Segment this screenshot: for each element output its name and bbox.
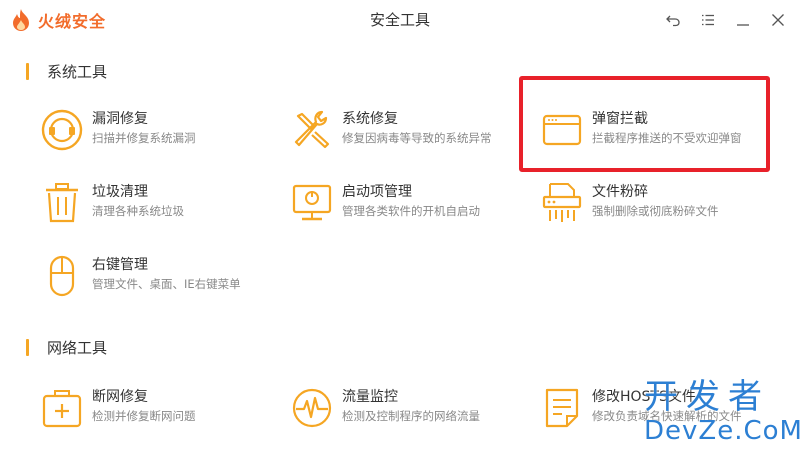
vulnerability-repair-icon — [41, 109, 83, 151]
tool-right-click-manage[interactable]: 右键管理 管理文件、桌面、IE右键菜单 — [36, 250, 241, 302]
menu-button[interactable] — [694, 8, 722, 32]
section-header-network-tools: 网络工具 — [26, 337, 107, 358]
watermark-line2: DevZe.CoM — [644, 416, 800, 446]
tool-description: 拦截程序推送的不受欢迎弹窗 — [592, 131, 742, 145]
tool-description: 修复因病毒等导致的系统异常 — [342, 131, 492, 145]
tool-file-shredder[interactable]: 文件粉碎 强制删除或彻底粉碎文件 — [536, 177, 719, 229]
traffic-monitor-icon — [292, 388, 332, 428]
shredder-icon — [542, 183, 582, 222]
tool-traffic-monitor[interactable]: 流量监控 检测及控制程序的网络流量 — [286, 382, 480, 434]
tool-description: 检测并修复断网问题 — [92, 409, 196, 423]
tool-name: 弹窗拦截 — [592, 111, 648, 127]
title-bar: 火绒安全 安全工具 — [0, 0, 800, 40]
hosts-file-icon — [545, 388, 579, 428]
tool-name: 断网修复 — [92, 389, 148, 405]
tool-trash-clean[interactable]: 垃圾清理 清理各种系统垃圾 — [36, 177, 184, 229]
watermark-line1: 开发者 — [644, 377, 770, 417]
mouse-icon — [49, 255, 75, 297]
tool-description: 强制删除或彻底粉碎文件 — [592, 204, 719, 218]
section-accent-bar — [26, 63, 29, 80]
tool-name: 垃圾清理 — [92, 184, 148, 200]
menu-icon — [702, 14, 714, 26]
tool-name: 系统修复 — [342, 111, 398, 127]
minimize-icon — [737, 24, 749, 26]
back-button[interactable] — [659, 8, 687, 32]
tool-popup-block[interactable]: 弹窗拦截 拦截程序推送的不受欢迎弹窗 — [536, 104, 742, 156]
tool-description: 管理文件、桌面、IE右键菜单 — [92, 277, 241, 291]
system-repair-icon — [294, 110, 330, 149]
section-accent-bar — [26, 339, 29, 356]
section-header-system-tools: 系统工具 — [26, 61, 107, 82]
watermark: 开发者 DevZe.CoM — [644, 377, 800, 446]
tool-name: 流量监控 — [342, 389, 398, 405]
close-button[interactable] — [764, 8, 792, 32]
tool-name: 右键管理 — [92, 257, 148, 273]
tool-name: 漏洞修复 — [92, 111, 148, 127]
tool-description: 管理各类软件的开机自启动 — [342, 204, 480, 218]
close-icon — [772, 14, 784, 26]
tool-description: 扫描并修复系统漏洞 — [92, 131, 196, 145]
startup-icon — [292, 184, 332, 221]
tool-startup-manage[interactable]: 启动项管理 管理各类软件的开机自启动 — [286, 177, 480, 229]
popup-block-icon — [542, 114, 582, 146]
tool-network-repair[interactable]: 断网修复 检测并修复断网问题 — [36, 382, 196, 434]
network-repair-icon — [42, 390, 82, 428]
trash-icon — [46, 183, 78, 223]
minimize-button[interactable] — [729, 8, 757, 32]
tool-vulnerability-repair[interactable]: 漏洞修复 扫描并修复系统漏洞 — [36, 104, 196, 156]
tool-name: 文件粉碎 — [592, 184, 648, 200]
section-title: 网络工具 — [47, 339, 108, 357]
tool-description: 清理各种系统垃圾 — [92, 204, 184, 218]
tool-system-repair[interactable]: 系统修复 修复因病毒等导致的系统异常 — [286, 104, 492, 156]
tool-name: 启动项管理 — [342, 184, 412, 200]
section-title: 系统工具 — [47, 63, 108, 81]
tool-description: 检测及控制程序的网络流量 — [342, 409, 480, 423]
back-icon — [666, 15, 680, 27]
window-controls — [652, 8, 792, 32]
